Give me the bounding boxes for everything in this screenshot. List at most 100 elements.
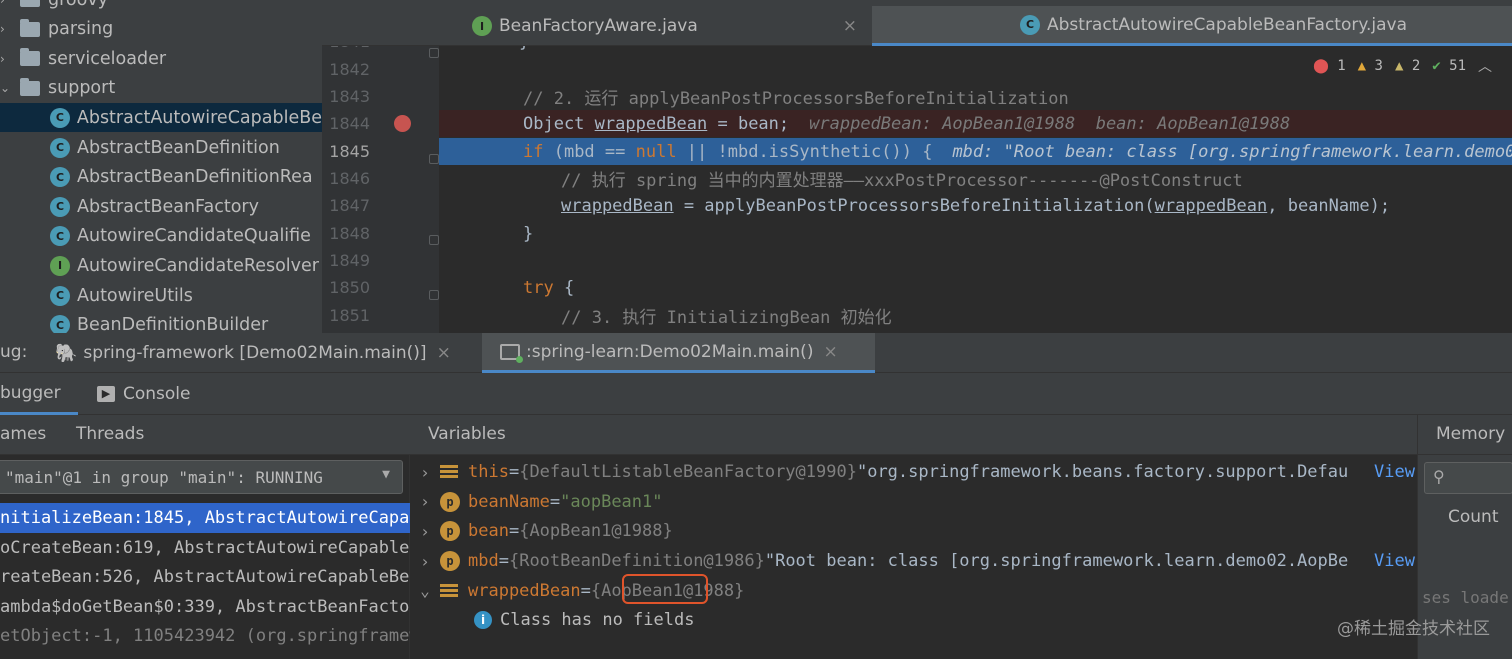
close-icon[interactable]: × xyxy=(843,16,857,36)
code-keyword: try xyxy=(523,277,554,298)
tab-beanfactoryaware[interactable]: I BeanFactoryAware.java × xyxy=(472,6,857,46)
tree-item[interactable]: ⌄ support xyxy=(0,74,322,103)
stack-frame[interactable]: ambda$doGetBean$0:339, AbstractBeanFacto… xyxy=(0,592,410,622)
tree-item[interactable]: C AutowireUtils xyxy=(0,281,322,310)
tab-debugger[interactable]: bugger xyxy=(0,373,78,415)
stack-frame-label: ambda$doGetBean$0:339, AbstractBeanFacto… xyxy=(0,596,410,617)
code-comment: // 3. 执行 InitializingBean 初始化 xyxy=(561,308,892,328)
tree-item-label: AbstractAutowireCapableBe xyxy=(76,107,322,128)
line-number: 1849 xyxy=(329,251,370,270)
class-icon: C xyxy=(50,167,70,188)
frames-panel: ames Threads "main"@1 in group "main": R… xyxy=(0,415,410,659)
tree-item-label: support xyxy=(48,78,116,99)
stack-frame[interactable]: etObject:-1, 1105423942 (org.springframe… xyxy=(0,621,410,651)
expand-arrow-icon[interactable]: › xyxy=(0,52,10,66)
code-line[interactable]: try { xyxy=(439,274,1512,301)
expand-arrow-icon[interactable]: › xyxy=(410,492,440,511)
console-icon: ▶ xyxy=(97,386,115,402)
view-link[interactable]: View xyxy=(1368,462,1415,482)
view-link[interactable]: View xyxy=(1368,551,1415,572)
stack-frame[interactable]: oCreateBean:619, AbstractAutowireCapable… xyxy=(0,533,410,563)
close-icon[interactable]: × xyxy=(437,343,451,363)
variable-name: wrappedBean xyxy=(468,580,581,601)
class-icon: C xyxy=(50,196,70,217)
thread-select[interactable]: "main"@1 in group "main": RUNNING ▼ xyxy=(0,460,403,494)
close-icon[interactable]: × xyxy=(823,342,837,362)
tree-item[interactable]: › parsing xyxy=(0,15,322,44)
expand-arrow-icon[interactable]: ⌄ xyxy=(410,581,440,600)
expand-arrow-icon[interactable]: › xyxy=(0,0,10,7)
tab-console[interactable]: ▶ Console xyxy=(97,373,191,415)
variable-value: {AopBean1@1988} xyxy=(519,521,673,542)
chevron-up-icon[interactable]: ︿ xyxy=(1478,56,1492,76)
tree-item[interactable]: C AbstractBeanDefinition xyxy=(0,133,322,162)
tab-threads[interactable]: Threads xyxy=(76,424,144,444)
session-tab-spring-framework[interactable]: 🐘 spring-framework [Demo02Main.main()] × xyxy=(55,333,451,373)
code-line[interactable]: // 执行 spring 当中的内置处理器——xxxPostProcessor-… xyxy=(439,165,1512,192)
line-number: 1847 xyxy=(329,196,370,215)
expand-arrow-icon[interactable]: ⌄ xyxy=(0,81,10,95)
expand-arrow-icon[interactable]: › xyxy=(0,22,10,36)
line-number: 1844 xyxy=(329,114,370,133)
code-text: wrappedBean xyxy=(1154,195,1268,216)
tree-item[interactable]: › groovy xyxy=(0,0,322,14)
expand-arrow-icon[interactable]: › xyxy=(410,463,440,482)
parameter-icon: p xyxy=(440,491,460,512)
tree-item[interactable]: C AbstractBeanDefinitionRea xyxy=(0,163,322,192)
tree-item[interactable]: C BeanDefinitionBuilder xyxy=(0,311,322,333)
folder-icon xyxy=(20,77,40,96)
expand-arrow-icon[interactable]: › xyxy=(410,522,440,541)
tab-label: BeanFactoryAware.java xyxy=(499,16,698,36)
variable-row[interactable]: › this = {DefaultListableBeanFactory@1990… xyxy=(410,457,1417,487)
tree-item[interactable]: C AbstractAutowireCapableBe xyxy=(0,103,322,133)
code-text: wrappedBean xyxy=(594,113,708,134)
stack-frame[interactable]: nitializeBean:1845, AbstractAutowireCapa… xyxy=(0,503,410,533)
code-editor[interactable]: 1841 1842 1843 1844 1845 1846 1847 1848 1849 1850… xyxy=(322,46,1512,333)
stack-frame[interactable]: reateBean:526, AbstractAutowireCapableBe… xyxy=(0,562,410,592)
session-label: spring-framework [Demo02Main.main()] xyxy=(83,343,427,363)
variable-row[interactable]: › p bean = {AopBean1@1988} xyxy=(410,516,1417,546)
variable-row[interactable]: ⌄ wrappedBean = {AopBean1@1988} xyxy=(410,576,1417,606)
memory-search-input[interactable]: ⚲ xyxy=(1424,462,1512,494)
project-tree: › groovy › parsing › serviceloader ⌄ support C Ab… xyxy=(0,0,322,333)
tree-item[interactable]: C AutowireCandidateQualifie xyxy=(0,222,322,251)
code-comment: // 执行 spring 当中的内置处理器——xxxPostProcessor-… xyxy=(561,171,1243,191)
breakpoint-icon[interactable] xyxy=(394,115,411,132)
tree-item[interactable]: › serviceloader xyxy=(0,44,322,73)
fold-marker-icon[interactable] xyxy=(429,154,439,164)
code-line[interactable]: // 3. 执行 InitializingBean 初始化 xyxy=(439,302,1512,329)
code-line[interactable]: // 2. 运行 applyBeanPostProcessorsBeforeIn… xyxy=(439,83,1512,110)
tab-frames[interactable]: ames xyxy=(0,424,46,444)
gutter: 1841 1842 1843 1844 1845 1846 1847 1848 1849 1850… xyxy=(322,46,439,333)
code-line[interactable]: } xyxy=(439,220,1512,247)
variable-name: mbd xyxy=(468,551,499,572)
code-text: (mbd == xyxy=(543,141,636,162)
equals-sign: = xyxy=(508,521,520,542)
code-text: Object xyxy=(523,113,595,134)
folder-icon xyxy=(20,48,40,67)
fold-marker-icon[interactable] xyxy=(429,290,439,300)
expand-arrow-icon[interactable]: › xyxy=(410,552,440,571)
code-line[interactable]: wrappedBean = applyBeanPostProcessorsBef… xyxy=(439,192,1512,219)
tab-abstractautowire[interactable]: C AbstractAutowireCapableBeanFactory.jav… xyxy=(872,6,1512,46)
variable-row[interactable]: › p mbd = {RootBeanDefinition@1986} "Root … xyxy=(410,546,1417,576)
variable-row[interactable]: › p beanName = "aopBean1" xyxy=(410,487,1417,517)
fold-marker-icon[interactable] xyxy=(429,48,439,58)
fold-marker-icon[interactable] xyxy=(429,235,439,245)
line-number: 1842 xyxy=(329,60,370,79)
line-number: 1848 xyxy=(329,224,370,243)
frames-header: ames Threads xyxy=(0,415,410,455)
weak-warning-count: ▲ 2 xyxy=(1394,58,1421,74)
tree-item[interactable]: I AutowireCandidateResolver xyxy=(0,251,322,280)
code-line[interactable] xyxy=(439,247,1512,274)
code-line[interactable]: } xyxy=(439,46,1512,55)
inspection-widget[interactable]: ⬤ 1 ▲ 3 ▲ 2 ✔ 51 ︿ xyxy=(1313,56,1492,76)
line-number: 1841 xyxy=(322,46,370,51)
tree-item[interactable]: C AbstractBeanFactory xyxy=(0,192,322,221)
count-column-header[interactable]: Count xyxy=(1448,507,1499,527)
code-text: = applyBeanPostProcessorsBeforeInitializ… xyxy=(673,195,1155,216)
search-icon: ⚲ xyxy=(1433,467,1445,486)
session-tab-spring-learn[interactable]: :spring-learn:Demo02Main.main() × xyxy=(482,333,875,373)
code-line[interactable]: Object wrappedBean = bean; wrappedBean: A… xyxy=(439,110,1512,137)
code-line[interactable]: if (mbd == null || !mbd.isSynthetic()) {… xyxy=(439,138,1512,165)
